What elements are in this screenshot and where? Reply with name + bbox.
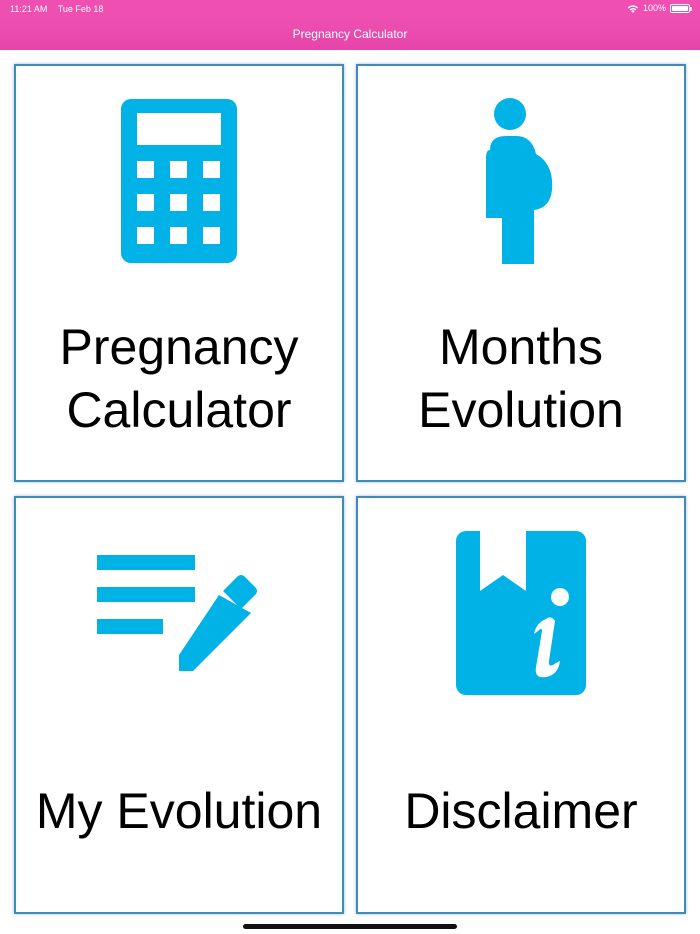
battery-icon — [670, 3, 692, 13]
pregnant-woman-icon — [486, 98, 553, 264]
calculator-icon — [121, 99, 237, 263]
nav-title: Pregnancy Calculator — [292, 27, 408, 41]
edit-notes-icon — [97, 555, 257, 671]
battery-percent: 100% — [642, 3, 666, 13]
tile-label-line1: Pregnancy — [59, 319, 299, 375]
tile-label-line2: Calculator — [66, 382, 292, 438]
tile-label: Disclaimer — [404, 783, 638, 839]
nav-bar: Pregnancy Calculator — [0, 18, 700, 50]
status-bar: 11:21 AM Tue Feb 18 100% — [0, 0, 700, 18]
status-left: 11:21 AM Tue Feb 18 — [10, 4, 111, 14]
wifi-icon — [627, 4, 639, 13]
tile-label-line2: Evolution — [418, 382, 624, 438]
tile-pregnancy-calculator[interactable]: Pregnancy Calculator — [14, 64, 344, 482]
home-indicator[interactable] — [243, 924, 457, 929]
info-book-icon — [456, 531, 586, 695]
status-date: Tue Feb 18 — [57, 4, 104, 14]
status-time: 11:21 AM — [10, 4, 48, 14]
tile-months-evolution[interactable]: Months Evolution — [356, 64, 686, 482]
tile-my-evolution[interactable]: My Evolution — [14, 496, 344, 914]
status-right: 100% — [627, 3, 692, 13]
tile-disclaimer[interactable]: Disclaimer — [356, 496, 686, 914]
tile-label-line1: Months — [439, 319, 603, 375]
tile-label: My Evolution — [35, 783, 323, 839]
